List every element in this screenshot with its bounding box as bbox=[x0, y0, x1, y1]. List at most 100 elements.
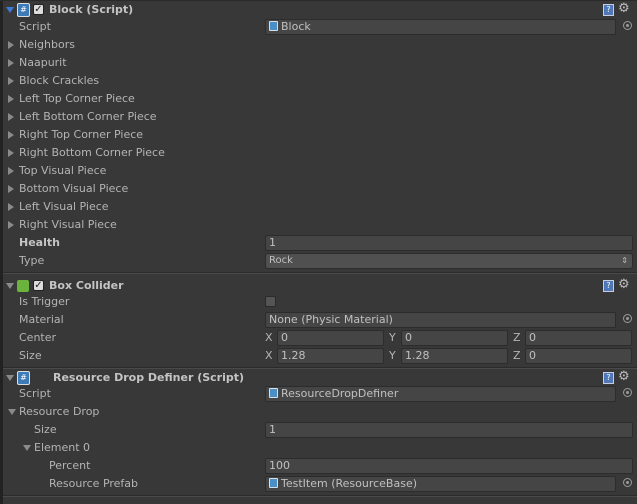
property-row: Size X 1.28 Y 1.28 Z 0 bbox=[3, 347, 637, 365]
property-label[interactable]: Naapurit bbox=[19, 56, 67, 69]
gear-icon[interactable]: ⚙ bbox=[618, 369, 630, 384]
property-label[interactable]: Neighbors bbox=[19, 38, 75, 51]
foldout-arrow-icon[interactable] bbox=[8, 41, 14, 49]
property-label: Script bbox=[19, 387, 51, 400]
property-label[interactable]: Block Crackles bbox=[19, 74, 99, 87]
script-file-icon bbox=[269, 21, 278, 31]
property-label: Material bbox=[19, 313, 64, 326]
component-title: Block (Script) bbox=[49, 3, 134, 16]
property-label[interactable]: Left Top Corner Piece bbox=[19, 92, 135, 105]
property-row: Right Top Corner Piece bbox=[3, 126, 637, 144]
property-label[interactable]: Left Visual Piece bbox=[19, 200, 109, 213]
property-row: Percent 100 bbox=[3, 457, 637, 475]
property-row: Neighbors bbox=[3, 36, 637, 54]
dropdown-arrows-icon: ⇕ bbox=[621, 256, 628, 265]
property-row: Left Visual Piece bbox=[3, 198, 637, 216]
property-row: Resource Drop bbox=[3, 403, 637, 421]
property-label[interactable]: Left Bottom Corner Piece bbox=[19, 110, 157, 123]
box-collider-icon bbox=[17, 280, 29, 292]
foldout-arrow-icon[interactable] bbox=[8, 221, 14, 229]
foldout-arrow-icon[interactable] bbox=[8, 167, 14, 175]
property-row: Right Bottom Corner Piece bbox=[3, 144, 637, 162]
component-enabled-checkbox[interactable]: ✓ bbox=[33, 4, 44, 15]
vector-x-field[interactable]: 0 bbox=[277, 330, 384, 346]
property-row: Element 0 bbox=[3, 439, 637, 457]
type-dropdown[interactable]: Rock ⇕ bbox=[265, 253, 633, 269]
vector-y-field[interactable]: 1.28 bbox=[401, 348, 508, 364]
foldout-arrow-icon[interactable] bbox=[8, 95, 14, 103]
foldout-arrow-icon[interactable] bbox=[8, 59, 14, 67]
foldout-arrow-icon[interactable] bbox=[6, 283, 14, 289]
axis-label-z: Z bbox=[513, 331, 521, 344]
axis-label-x: X bbox=[265, 349, 273, 362]
foldout-arrow-icon[interactable] bbox=[8, 149, 14, 157]
property-label: Percent bbox=[49, 459, 91, 472]
foldout-arrow-icon[interactable] bbox=[6, 7, 14, 13]
object-field-value: ResourceDropDefiner bbox=[281, 387, 399, 400]
property-label: Script bbox=[19, 20, 51, 33]
property-row: Top Visual Piece bbox=[3, 162, 637, 180]
foldout-arrow-icon[interactable] bbox=[8, 77, 14, 85]
object-field-value: Block bbox=[281, 20, 311, 33]
number-field[interactable]: 100 bbox=[265, 458, 633, 474]
axis-label-x: X bbox=[265, 331, 273, 344]
object-field[interactable]: TestItem (ResourceBase) bbox=[265, 476, 616, 492]
vector-x-field[interactable]: 1.28 bbox=[277, 348, 384, 364]
axis-label-y: Y bbox=[389, 331, 396, 344]
property-row: Script Block bbox=[3, 18, 637, 36]
object-field-value: TestItem (ResourceBase) bbox=[281, 477, 418, 490]
csharp-script-icon: # bbox=[17, 371, 30, 385]
script-file-icon bbox=[269, 478, 278, 488]
property-label: Is Trigger bbox=[19, 295, 70, 308]
help-icon[interactable]: ? bbox=[603, 4, 614, 16]
property-label[interactable]: Top Visual Piece bbox=[19, 164, 106, 177]
property-row: Right Visual Piece bbox=[3, 216, 637, 234]
csharp-script-icon: # bbox=[17, 3, 30, 17]
object-picker-icon[interactable] bbox=[623, 21, 632, 30]
object-picker-icon[interactable] bbox=[623, 478, 632, 487]
object-field[interactable]: None (Physic Material) bbox=[265, 312, 616, 328]
property-row: Bottom Visual Piece bbox=[3, 180, 637, 198]
object-field[interactable]: Block bbox=[265, 19, 616, 35]
foldout-arrow-icon[interactable] bbox=[8, 113, 14, 121]
object-field[interactable]: ResourceDropDefiner bbox=[265, 386, 616, 402]
property-row: Resource Prefab TestItem (ResourceBase) bbox=[3, 475, 637, 493]
component-enabled-checkbox[interactable]: ✓ bbox=[33, 280, 44, 291]
is-trigger-checkbox[interactable] bbox=[265, 296, 276, 307]
property-row: Block Crackles bbox=[3, 72, 637, 90]
foldout-arrow-icon[interactable] bbox=[8, 203, 14, 211]
property-row: Is Trigger bbox=[3, 293, 637, 311]
property-label[interactable]: Element 0 bbox=[34, 441, 90, 454]
component-header[interactable]: # ✓ Block (Script)? ⚙ bbox=[3, 1, 637, 19]
foldout-arrow-icon[interactable] bbox=[6, 375, 14, 381]
number-field[interactable]: 1 bbox=[265, 235, 633, 251]
help-icon[interactable]: ? bbox=[603, 280, 614, 292]
foldout-arrow-icon[interactable] bbox=[23, 445, 31, 451]
component-divider bbox=[3, 495, 637, 497]
axis-label-y: Y bbox=[389, 349, 396, 362]
component-title: Resource Drop Definer (Script) bbox=[53, 371, 245, 384]
help-icon[interactable]: ? bbox=[603, 372, 614, 384]
foldout-arrow-icon[interactable] bbox=[8, 409, 16, 415]
property-label[interactable]: Right Top Corner Piece bbox=[19, 128, 143, 141]
property-label[interactable]: Right Visual Piece bbox=[19, 218, 117, 231]
component-title: Box Collider bbox=[49, 279, 124, 292]
foldout-arrow-icon[interactable] bbox=[8, 185, 14, 193]
foldout-arrow-icon[interactable] bbox=[8, 131, 14, 139]
object-picker-icon[interactable] bbox=[623, 314, 632, 323]
property-label: Type bbox=[19, 254, 45, 267]
property-label[interactable]: Bottom Visual Piece bbox=[19, 182, 128, 195]
property-label[interactable]: Right Bottom Corner Piece bbox=[19, 146, 165, 159]
property-label[interactable]: Resource Drop bbox=[19, 405, 99, 418]
vector-z-field[interactable]: 0 bbox=[525, 348, 632, 364]
property-row: Material None (Physic Material) bbox=[3, 311, 637, 329]
gear-icon[interactable]: ⚙ bbox=[618, 1, 630, 16]
vector-z-field[interactable]: 0 bbox=[525, 330, 632, 346]
script-file-icon bbox=[269, 388, 278, 398]
dropdown-value: Rock bbox=[269, 255, 293, 266]
number-field[interactable]: 1 bbox=[265, 422, 633, 438]
gear-icon[interactable]: ⚙ bbox=[618, 277, 630, 292]
property-row: Script ResourceDropDefiner bbox=[3, 385, 637, 403]
object-picker-icon[interactable] bbox=[623, 388, 632, 397]
vector-y-field[interactable]: 0 bbox=[401, 330, 508, 346]
